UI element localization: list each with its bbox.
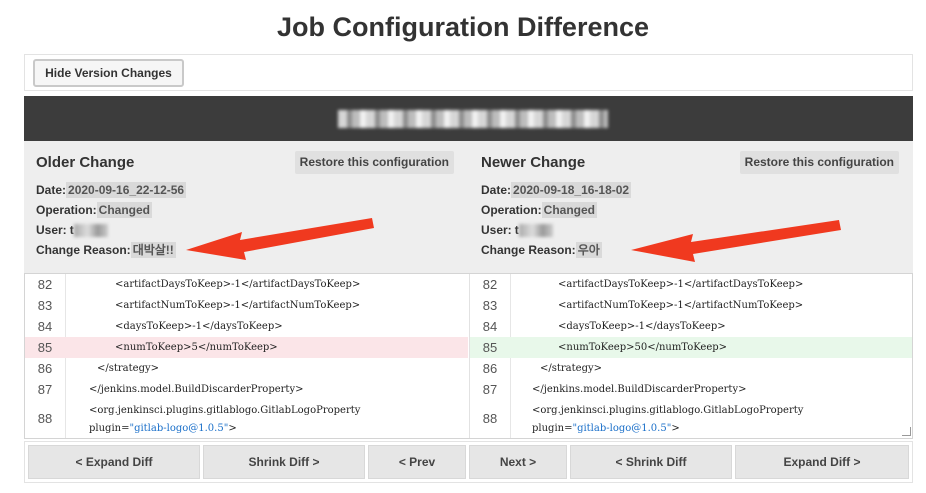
line-number: 86 xyxy=(482,361,498,376)
page-title: Job Configuration Difference xyxy=(276,12,649,42)
annotation-arrow-left-icon xyxy=(186,218,374,260)
hide-version-changes-button[interactable]: Hide Version Changes xyxy=(33,59,184,87)
newer-operation: Changed xyxy=(541,202,598,218)
prev-button[interactable]: < Prev xyxy=(368,445,466,479)
code-text: <numToKeep>5</numToKeep> xyxy=(115,342,278,353)
code-text: <numToKeep>50</numToKeep> xyxy=(558,342,728,353)
diff-line: 83 <artifactNumToKeep>-1</artifactNumToKe… xyxy=(470,295,912,316)
line-number: 85 xyxy=(482,340,498,355)
job-name-banner xyxy=(24,96,913,141)
line-number: 86 xyxy=(37,361,53,376)
line-number: 83 xyxy=(482,298,498,313)
tag-close: > xyxy=(228,423,237,434)
date-label: Date: xyxy=(481,183,512,197)
annotation-arrow-right-icon xyxy=(631,220,841,262)
code-text: </strategy> xyxy=(540,363,603,374)
version-toolbar: Hide Version Changes xyxy=(24,54,913,91)
diff-line-deleted: 85 <numToKeep>5</numToKeep> xyxy=(25,337,468,358)
newer-reason: 우아 xyxy=(575,242,602,258)
line-number: 87 xyxy=(37,382,53,397)
line-number: 85 xyxy=(37,340,53,355)
expand-diff-left-button[interactable]: < Expand Diff xyxy=(28,445,200,479)
diff-line-added: 85 <numToKeep>50</numToKeep> xyxy=(470,337,912,358)
diff-line: 82 <artifactDaysToKeep>-1</artifactDaysTo… xyxy=(25,274,468,295)
operation-label: Operation: xyxy=(481,203,542,217)
older-reason-row: Change Reason: 대박살!! xyxy=(36,240,176,260)
operation-label: Operation: xyxy=(36,203,97,217)
line-number: 83 xyxy=(37,298,53,313)
older-date: 2020-09-16_22-12-56 xyxy=(66,182,187,198)
attr-value: "gitlab-logo@1.0.5" xyxy=(129,423,229,434)
attr-name: plugin= xyxy=(89,423,130,434)
diff-pane-old: 82 <artifactDaysToKeep>-1</artifactDaysTo… xyxy=(25,274,468,438)
line-number: 84 xyxy=(37,319,53,334)
code-text: <artifactDaysToKeep>-1</artifactDaysToKe… xyxy=(115,279,361,290)
diff-line: 83 <artifactNumToKeep>-1</artifactNumToKe… xyxy=(25,295,468,316)
expand-diff-right-button[interactable]: Expand Diff > xyxy=(735,445,909,479)
code-text: </jenkins.model.BuildDiscarderProperty> xyxy=(89,384,304,395)
newer-reason-row: Change Reason: 우아 xyxy=(481,240,602,260)
restore-newer-button[interactable]: Restore this configuration xyxy=(739,151,899,174)
code-text: <artifactDaysToKeep>-1</artifactDaysToKe… xyxy=(558,279,804,290)
date-label: Date: xyxy=(36,183,67,197)
next-button[interactable]: Next > xyxy=(469,445,567,479)
attr-name: plugin= xyxy=(532,423,573,434)
line-number: 88 xyxy=(37,411,53,426)
reason-label: Change Reason: xyxy=(36,243,131,257)
line-number: 82 xyxy=(482,277,498,292)
code-text: <daysToKeep>-1</daysToKeep> xyxy=(115,321,283,332)
code-text: <artifactNumToKeep>-1</artifactNumToKeep… xyxy=(115,300,361,311)
diff-line: 86 </strategy> xyxy=(25,358,468,379)
older-date-row: Date: 2020-09-16_22-12-56 xyxy=(36,180,187,200)
diff-line: 87 </jenkins.model.BuildDiscarderProperty… xyxy=(25,379,468,400)
shrink-diff-left-button[interactable]: Shrink Diff > xyxy=(203,445,365,479)
diff-line: 84 <daysToKeep>-1</daysToKeep> xyxy=(25,316,468,337)
code-text: </jenkins.model.BuildDiscarderProperty> xyxy=(532,384,747,395)
shrink-diff-right-button[interactable]: < Shrink Diff xyxy=(570,445,732,479)
newer-operation-row: Operation: Changed xyxy=(481,200,598,220)
line-number: 88 xyxy=(482,411,498,426)
newer-date-row: Date: 2020-09-18_16-18-02 xyxy=(481,180,632,200)
code-continuation: plugin="gitlab-logo@1.0.5"> xyxy=(89,418,237,438)
code-text: <daysToKeep>-1</daysToKeep> xyxy=(558,321,726,332)
older-operation: Changed xyxy=(96,202,153,218)
reason-label: Change Reason: xyxy=(481,243,576,257)
older-change-heading: Older Change xyxy=(36,154,135,171)
user-label: User: xyxy=(481,223,512,237)
line-number: 84 xyxy=(482,319,498,334)
diff-pane-new: 82 <artifactDaysToKeep>-1</artifactDaysTo… xyxy=(469,274,912,438)
resize-handle-icon[interactable] xyxy=(902,427,911,436)
line-number: 82 xyxy=(37,277,53,292)
attr-value: "gitlab-logo@1.0.5" xyxy=(572,423,672,434)
diff-line: 86 </strategy> xyxy=(470,358,912,379)
diff-line: 84 <daysToKeep>-1</daysToKeep> xyxy=(470,316,912,337)
diff-line: 87 </jenkins.model.BuildDiscarderProperty… xyxy=(470,379,912,400)
older-user-row: User: t xyxy=(36,220,108,240)
code-text: <artifactNumToKeep>-1</artifactNumToKeep… xyxy=(558,300,804,311)
diff-line: 82 <artifactDaysToKeep>-1</artifactDaysTo… xyxy=(470,274,912,295)
tag-close: > xyxy=(671,423,680,434)
older-reason: 대박살!! xyxy=(130,242,176,258)
newer-date: 2020-09-18_16-18-02 xyxy=(511,182,632,198)
restore-older-button[interactable]: Restore this configuration xyxy=(294,151,454,174)
newer-user-row: User: t xyxy=(481,220,553,240)
newer-change-heading: Newer Change xyxy=(481,154,586,171)
older-operation-row: Operation: Changed xyxy=(36,200,153,220)
diff-line: 88 <org.jenkinsci.plugins.gitlablogo.Git… xyxy=(470,400,912,438)
line-number: 87 xyxy=(482,382,498,397)
diff-navigation: < Expand Diff Shrink Diff > < Prev Next … xyxy=(24,441,913,483)
diff-line: 88 <org.jenkinsci.plugins.gitlablogo.Git… xyxy=(25,400,468,438)
older-user-redacted xyxy=(73,224,108,238)
code-continuation: plugin="gitlab-logo@1.0.5"> xyxy=(532,418,680,438)
user-label: User: xyxy=(36,223,67,237)
redacted-job-name xyxy=(338,110,608,128)
code-text: </strategy> xyxy=(97,363,160,374)
diff-viewer[interactable]: 82 <artifactDaysToKeep>-1</artifactDaysTo… xyxy=(24,273,913,439)
newer-user-redacted xyxy=(518,224,553,238)
